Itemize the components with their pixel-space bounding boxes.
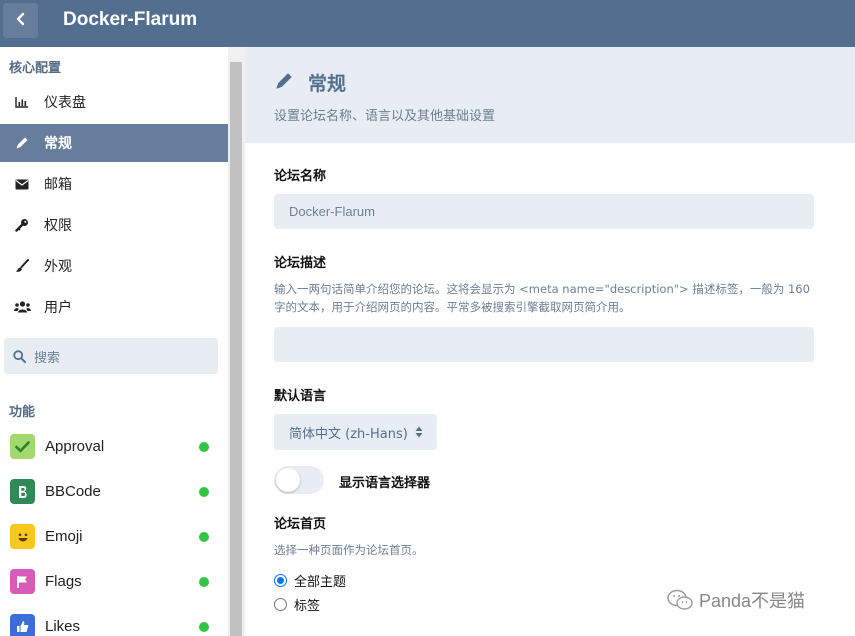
search-icon: [4, 349, 34, 363]
enabled-status-dot: [199, 532, 209, 542]
radio-label: 标签: [294, 599, 321, 614]
pencil-icon: [0, 136, 44, 150]
sidebar-item-general[interactable]: 常规: [0, 124, 228, 162]
sidebar-item-appearance[interactable]: 外观: [0, 247, 228, 285]
page-title: 常规: [308, 73, 347, 95]
extension-label: Emoji: [45, 528, 83, 545]
page-description: 设置论坛名称、语言以及其他基础设置: [274, 109, 496, 124]
page-hero: 常规 设置论坛名称、语言以及其他基础设置: [245, 47, 855, 143]
extension-label: BBCode: [45, 483, 101, 500]
default-language-label: 默认语言: [274, 389, 327, 404]
pencil-icon: [274, 71, 294, 95]
extension-label: Flags: [45, 573, 82, 590]
sidebar-item-label: 常规: [44, 136, 72, 152]
homepage-option-tags[interactable]: 标签: [274, 595, 320, 614]
extension-item-likes[interactable]: Likes: [0, 604, 228, 636]
app-title: Docker-Flarum: [63, 9, 198, 30]
envelope-icon: [0, 179, 44, 190]
bar-chart-icon: [0, 96, 44, 108]
extension-item-bbcode[interactable]: BBCode: [0, 469, 228, 514]
sidebar-item-label: 权限: [44, 218, 72, 234]
sidebar-item-users[interactable]: 用户: [0, 288, 228, 326]
extension-label: Likes: [45, 618, 81, 635]
app-header: Docker-Flarum: [0, 0, 855, 47]
homepage-label: 论坛首页: [274, 517, 327, 532]
sidebar-item-label: 仪表盘: [44, 95, 86, 111]
users-icon: [0, 301, 44, 313]
forum-name-label: 论坛名称: [274, 169, 327, 184]
chevron-left-icon: [15, 11, 27, 30]
sidebar-item-permissions[interactable]: 权限: [0, 206, 228, 244]
sidebar-scrollbar[interactable]: [228, 47, 245, 636]
sort-caret-icon: [415, 426, 423, 438]
back-button[interactable]: [3, 3, 38, 38]
extension-item-emoji[interactable]: Emoji: [0, 514, 228, 559]
features-heading: 功能: [9, 405, 36, 420]
radio-button[interactable]: [274, 598, 287, 611]
forum-name-input[interactable]: [274, 194, 814, 229]
homepage-help: 选择一种页面作为论坛首页。: [274, 543, 424, 557]
extension-item-approval[interactable]: Approval: [0, 424, 228, 469]
toggle-knob: [276, 468, 300, 492]
forum-description-label: 论坛描述: [274, 256, 327, 271]
default-language-select[interactable]: 简体中文 (zh-Hans): [274, 414, 437, 450]
enabled-status-dot: [199, 487, 209, 497]
sidebar-item-label: 邮箱: [44, 177, 72, 193]
flag-icon: [10, 569, 35, 594]
sidebar-item-mail[interactable]: 邮箱: [0, 165, 228, 203]
thumbs-up-icon: [10, 614, 35, 636]
core-config-heading: 核心配置: [9, 61, 62, 76]
watermark: Panda不是猫: [667, 587, 805, 613]
language-selector-toggle[interactable]: [274, 466, 324, 494]
bbcode-b-icon: [10, 479, 35, 504]
extension-label: Approval: [45, 438, 105, 455]
enabled-status-dot: [199, 442, 209, 452]
language-selector-label: 显示语言选择器: [339, 476, 431, 491]
sidebar-item-label: 外观: [44, 259, 72, 275]
forum-description-help: 输入一两句话简单介绍您的论坛。这将会显示为 <meta name="descri…: [274, 282, 810, 314]
smiley-icon: [10, 524, 35, 549]
radio-label: 全部主题: [294, 575, 347, 590]
sidebar: 核心配置 仪表盘 常规 邮箱 权限 外观 用户 搜索 功能 Approval B…: [0, 47, 228, 636]
enabled-status-dot: [199, 622, 209, 632]
checkmark-icon: [10, 434, 35, 459]
extension-item-flags[interactable]: Flags: [0, 559, 228, 604]
paintbrush-icon: [0, 259, 44, 273]
homepage-option-all-discussions[interactable]: 全部主题: [274, 571, 346, 590]
search-placeholder: 搜索: [34, 350, 61, 366]
forum-description-input[interactable]: [274, 327, 814, 362]
sidebar-item-dashboard[interactable]: 仪表盘: [0, 83, 228, 121]
enabled-status-dot: [199, 577, 209, 587]
sidebar-search[interactable]: 搜索: [4, 338, 218, 374]
key-icon: [0, 218, 44, 232]
wechat-logo-icon: [667, 589, 693, 611]
sidebar-item-label: 用户: [44, 300, 72, 316]
radio-button[interactable]: [274, 574, 287, 587]
watermark-text: Panda不是猫: [699, 591, 806, 611]
default-language-value: 简体中文 (zh-Hans): [289, 426, 408, 442]
scrollbar-thumb[interactable]: [230, 62, 242, 636]
